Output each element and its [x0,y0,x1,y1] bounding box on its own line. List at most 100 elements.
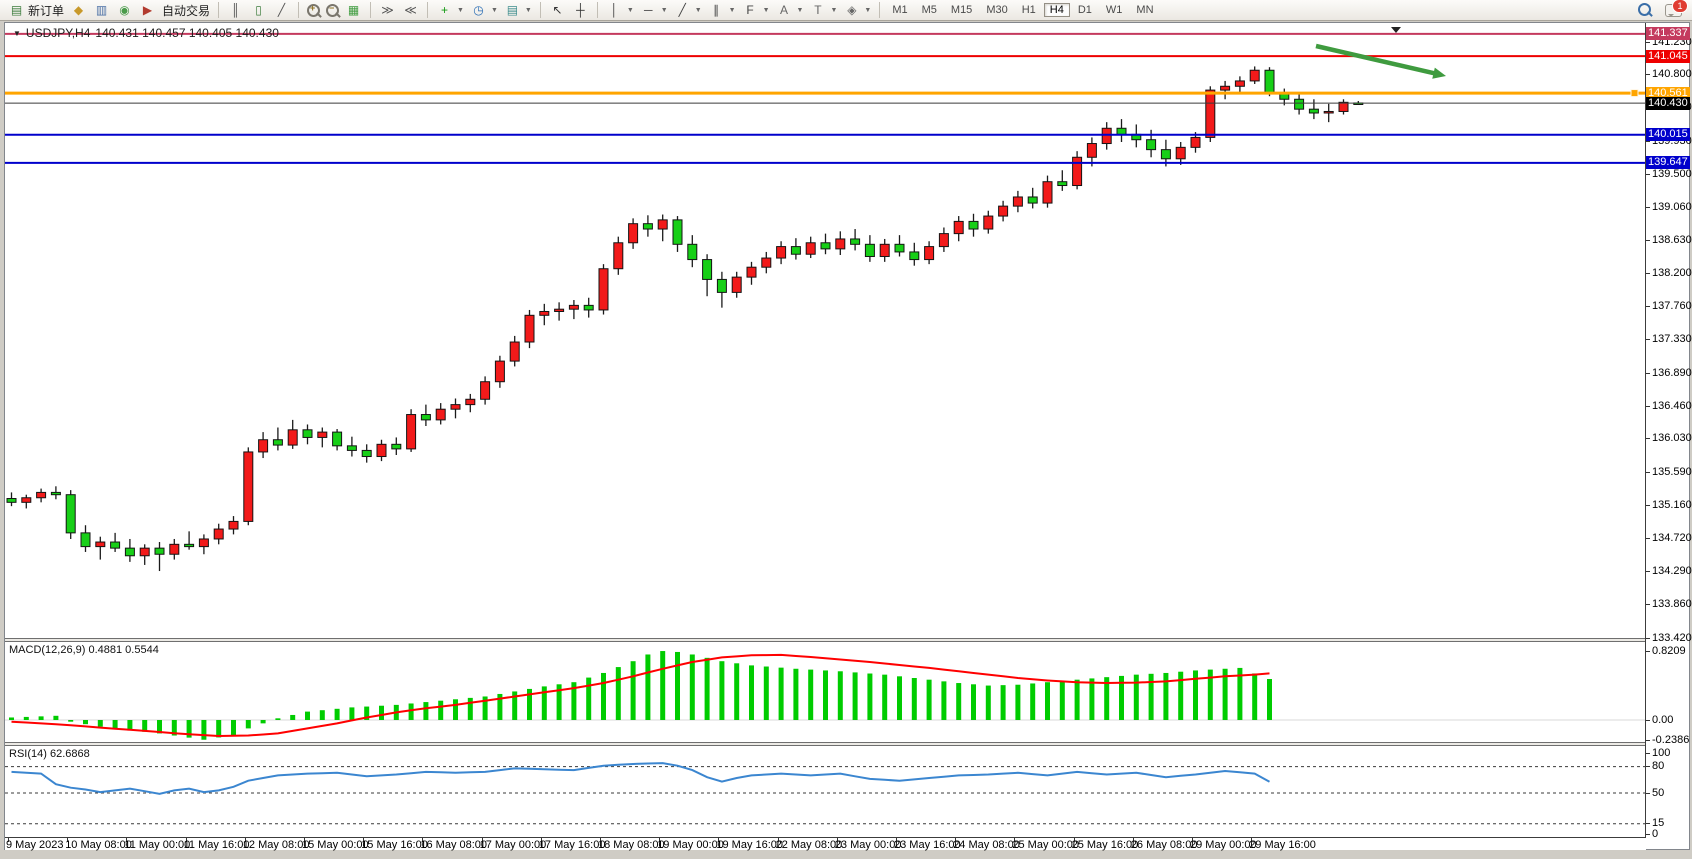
candle-down [111,542,120,548]
tile-windows-button[interactable]: ▦ [342,1,365,19]
text-button[interactable]: A▼ [773,1,807,19]
price-axis[interactable]: 141.230140.800140.370139.930139.500139.0… [1646,23,1689,849]
market-watch-button[interactable]: ◆ [67,1,90,19]
time-tick-label: 11 May 16:00 [184,839,250,851]
vertical-line-button[interactable]: │▼ [603,1,637,19]
candle-up [140,548,149,556]
crosshair-button[interactable]: ┼ [569,1,592,19]
candle-down [969,221,978,229]
price-tick-mark [1646,42,1650,43]
search-icon[interactable] [1638,3,1651,16]
cursor-button[interactable]: ↖ [546,1,569,19]
time-tick-label: 10 May 08:00 [65,839,132,851]
line-chart-icon: ╱ [273,2,290,18]
candle-up [1324,111,1333,113]
price-tick-mark [1646,373,1650,374]
macd-histogram-bar [53,716,58,720]
periods-button[interactable]: ◷▼ [467,1,501,19]
chart-title: ▼ USDJPY,H4 140.431 140.457 140.405 140.… [13,26,279,40]
trendline-button[interactable]: ╱▼ [671,1,705,19]
main-price-chart[interactable] [5,23,1645,638]
macd-histogram-bar [68,720,73,722]
price-tick-mark [1646,505,1650,506]
candle-up [777,247,786,258]
chat-icon[interactable]: 1 [1665,4,1682,17]
candle-down [1028,197,1037,203]
line-chart-button[interactable]: ╱ [270,1,293,19]
horizontal-line-button[interactable]: ─▼ [637,1,671,19]
time-tick-label: 17 May 16:00 [539,839,606,851]
templates-button[interactable]: ▤▼ [501,1,535,19]
candle-up [259,440,268,452]
candle-up [1073,157,1082,185]
auto-trading-icon: ▶ [139,2,156,18]
macd-panel[interactable] [5,642,1645,742]
time-tick-label: 19 May 16:00 [716,839,783,851]
candle-up [747,267,756,277]
timeframe-button-mn[interactable]: MN [1130,3,1159,17]
timeframe-button-d1[interactable]: D1 [1072,3,1098,17]
chart-shift-button[interactable]: ≪ [399,1,422,19]
rsi-tick-label: 80 [1652,760,1664,772]
candle-up [37,492,46,497]
macd-histogram-bar [956,683,961,720]
macd-histogram-bar [335,709,340,720]
timeframe-button-m1[interactable]: M1 [886,3,913,17]
rsi-line [12,763,1270,794]
rsi-panel[interactable] [5,746,1645,837]
auto-scroll-button[interactable]: ≫ [376,1,399,19]
zoom-in-button[interactable]: + [304,1,323,19]
timeframe-button-m5[interactable]: M5 [916,3,943,17]
new-order-button[interactable]: ▤ 新订单 [5,1,67,19]
trend-arrow-annotation[interactable] [1316,46,1438,74]
tile-windows-icon: ▦ [345,2,362,18]
one-click-expand-icon[interactable]: ▼ [13,29,21,38]
timeframe-button-m15[interactable]: M15 [945,3,978,17]
timeframe-button-h1[interactable]: H1 [1016,3,1042,17]
macd-histogram-bar [838,671,843,720]
chart-shift-marker-icon[interactable] [1391,27,1401,33]
candlestick-chart-button[interactable]: ▯ [247,1,270,19]
candle-up [1221,86,1230,90]
macd-histogram-bar [409,703,414,720]
toolbar-separator [879,2,880,18]
time-axis[interactable]: 9 May 202310 May 08:0011 May 00:0011 May… [5,837,1646,850]
bar-chart-button[interactable]: ║ [224,1,247,19]
macd-histogram-bar [971,684,976,720]
horizontal-line-icon: ─ [640,2,657,18]
candle-up [614,243,623,269]
timeframe-button-w1[interactable]: W1 [1100,3,1129,17]
rsi-tick-label: 0 [1652,828,1658,840]
candle-up [1235,81,1244,86]
line-handle[interactable] [1631,90,1638,97]
navigator-icon: ◉ [116,2,133,18]
indicators-button[interactable]: +▼ [433,1,467,19]
timeframe-button-m30[interactable]: M30 [980,3,1013,17]
text-label-button[interactable]: T▼ [806,1,840,19]
price-tick-mark [1646,571,1650,572]
arrows-button[interactable]: ◈▼ [840,1,874,19]
macd-histogram-bar [305,712,310,720]
macd-histogram-bar [705,658,710,720]
price-tick-mark [1646,438,1650,439]
candle-up [377,444,386,456]
price-tick-mark [1646,74,1650,75]
equidistant-channel-button[interactable]: ∥▼ [705,1,739,19]
fibonacci-button[interactable]: F▼ [739,1,773,19]
auto-trading-button[interactable]: ▶ [136,1,159,19]
time-tick-label: 9 May 2023 [6,839,63,851]
macd-histogram-bar [83,720,88,724]
data-window-button[interactable]: ▥ [90,1,113,19]
macd-histogram-bar [1252,673,1257,720]
macd-histogram-bar [9,717,14,720]
rsi-tick-mark [1646,766,1650,767]
macd-histogram-bar [127,720,132,730]
zoom-out-button[interactable]: − [323,1,342,19]
navigator-button[interactable]: ◉ [113,1,136,19]
timeframe-button-h4[interactable]: H4 [1044,3,1070,17]
candle-up [658,220,667,229]
macd-histogram-bar [39,716,44,720]
price-tick-mark [1646,638,1650,639]
bar-chart-icon: ║ [227,2,244,18]
auto-trading-button[interactable]: 自动交易 [159,1,213,19]
